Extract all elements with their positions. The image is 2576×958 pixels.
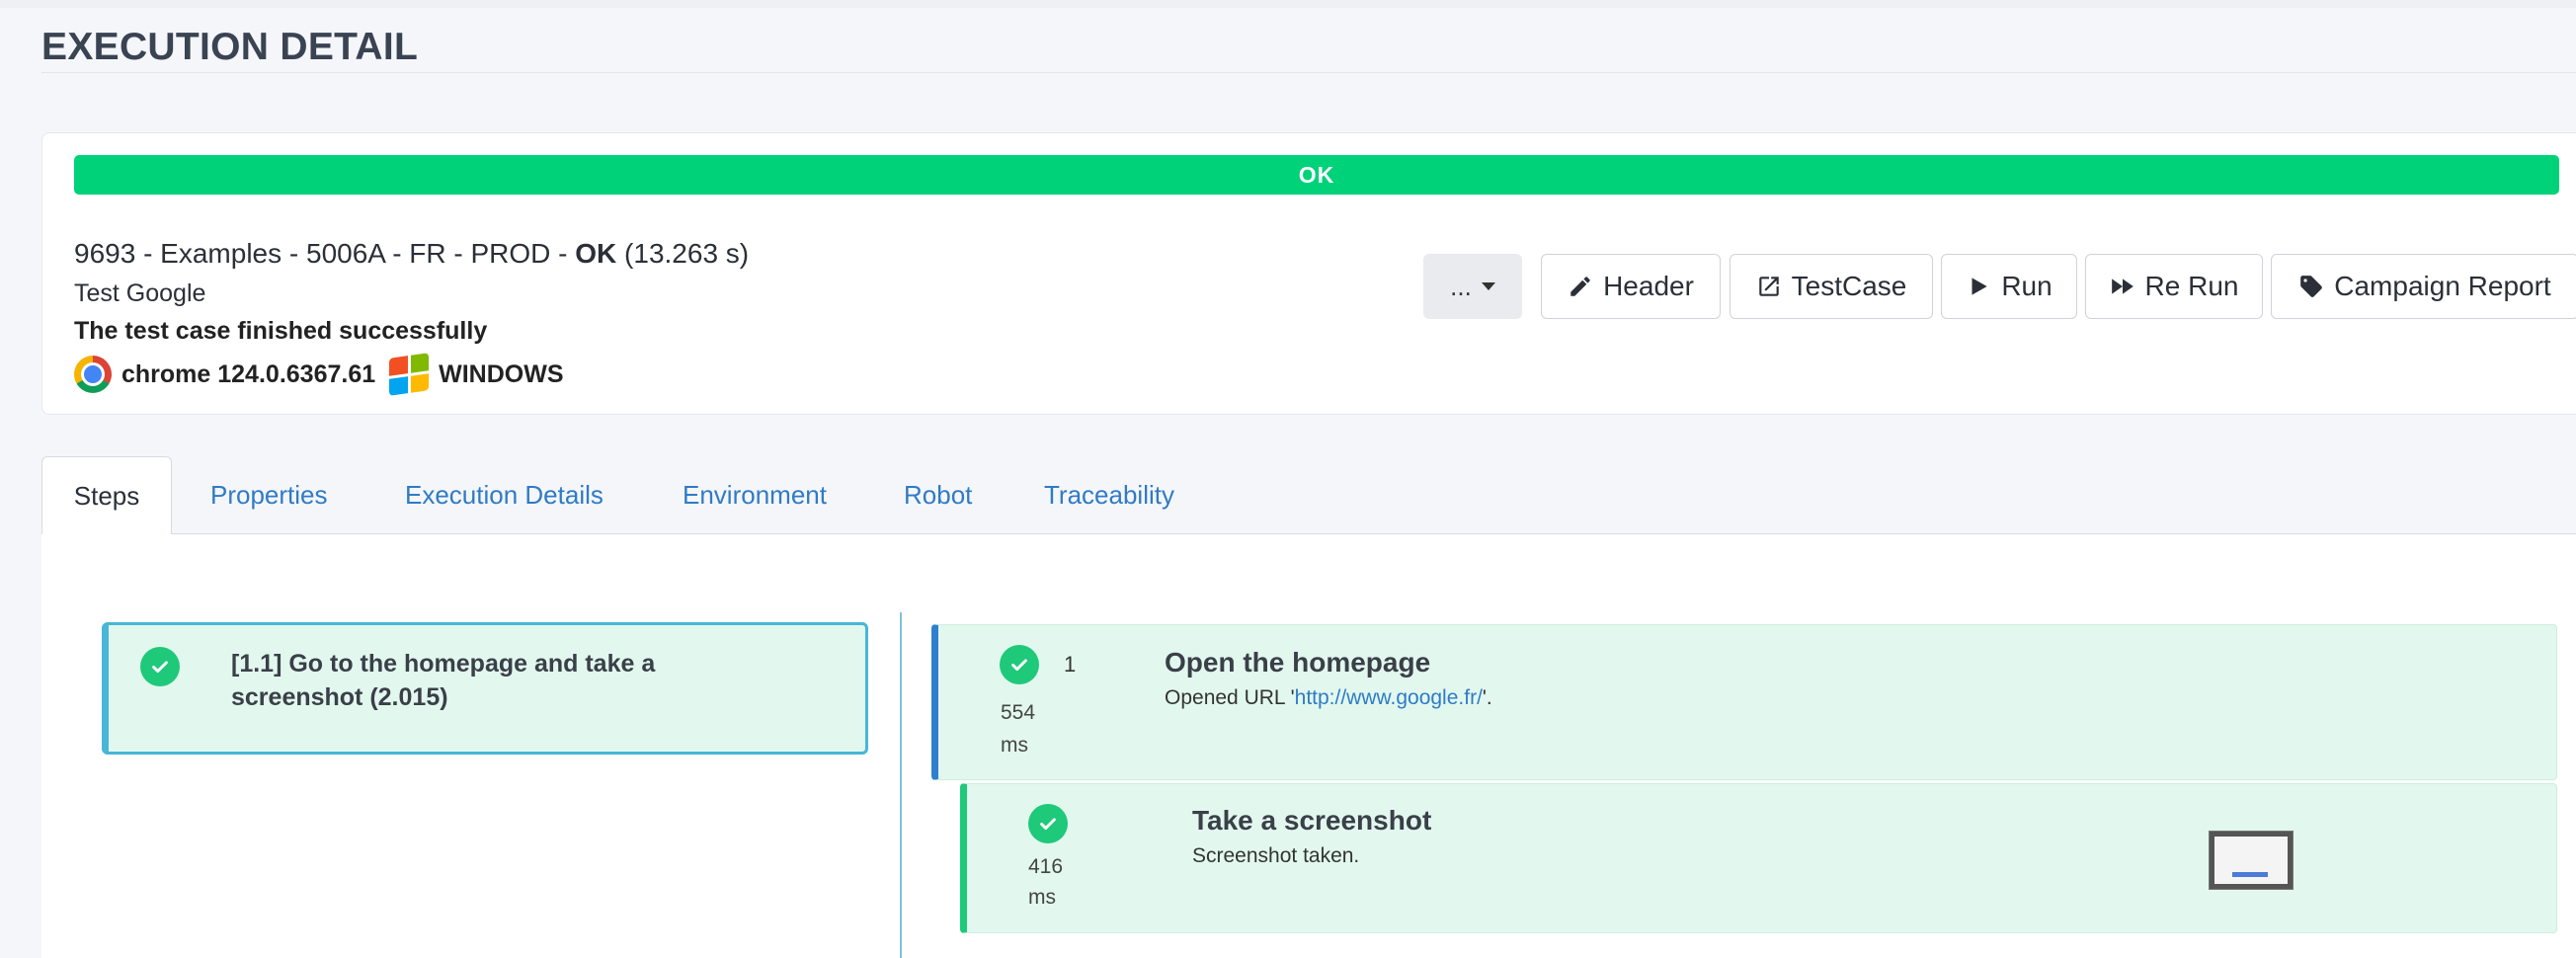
execution-duration: (13.263 s) xyxy=(616,238,750,269)
platform-name: WINDOWS xyxy=(439,359,564,388)
run-button[interactable]: Run xyxy=(1941,254,2077,319)
status-bar: OK xyxy=(74,155,2559,195)
rerun-button[interactable]: Re Run xyxy=(2085,254,2263,319)
step-item[interactable]: [1.1] Go to the homepage and take a scre… xyxy=(102,622,868,755)
environment-line: chrome 124.0.6367.61 WINDOWS xyxy=(74,353,564,396)
tabs-divider xyxy=(41,533,2576,534)
execution-id-text: 9693 - Examples - 5006A - FR - PROD - xyxy=(74,238,576,269)
play-icon xyxy=(1972,278,1987,295)
testcase-description: Test Google xyxy=(74,279,206,307)
action-title: Open the homepage xyxy=(1165,647,1431,678)
tab-traceability[interactable]: Traceability xyxy=(1044,456,1174,533)
testcase-button[interactable]: TestCase xyxy=(1730,254,1933,319)
rerun-label: Re Run xyxy=(2144,271,2239,301)
step-label: [1.1] Go to the homepage and take a scre… xyxy=(231,650,656,711)
action-duration-value: 554 xyxy=(1001,701,1036,724)
success-check-icon xyxy=(140,647,180,686)
success-check-icon xyxy=(1028,804,1068,843)
windows-icon xyxy=(389,353,430,396)
screenshot-thumbnail[interactable] xyxy=(2209,831,2294,890)
header-button[interactable]: Header xyxy=(1541,254,1721,319)
page-title: EXECUTION DETAIL xyxy=(41,26,419,68)
success-check-icon xyxy=(1000,645,1039,684)
result-message: The test case finished successfully xyxy=(74,317,488,345)
action-desc-prefix: Opened URL ' xyxy=(1165,686,1295,709)
execution-status-text: OK xyxy=(575,238,617,269)
action-url-link[interactable]: http://www.google.fr/ xyxy=(1295,686,1483,709)
run-label: Run xyxy=(2001,271,2053,301)
tab-steps[interactable]: Steps xyxy=(41,456,172,534)
more-actions-dropdown[interactable]: ... xyxy=(1423,254,1522,319)
action-desc-suffix: '. xyxy=(1482,686,1492,709)
more-label: ... xyxy=(1450,271,1472,301)
control-description: Screenshot taken. xyxy=(1192,844,1360,867)
campaign-report-label: Campaign Report xyxy=(2334,271,2551,301)
testcase-label: TestCase xyxy=(1791,271,1907,301)
action-duration-unit: ms xyxy=(1001,734,1028,757)
action-item[interactable]: 1 554 ms Open the homepage Opened URL 'h… xyxy=(931,624,2557,780)
tab-environment[interactable]: Environment xyxy=(683,456,827,533)
control-title: Take a screenshot xyxy=(1192,805,1432,836)
browser-version: chrome 124.0.6367.61 xyxy=(121,359,376,388)
external-link-icon xyxy=(1758,277,1779,296)
steps-divider xyxy=(900,612,902,958)
title-divider xyxy=(41,72,2576,73)
action-duration: 554 ms xyxy=(1001,696,1035,761)
tab-execution-details[interactable]: Execution Details xyxy=(405,456,604,533)
tab-properties[interactable]: Properties xyxy=(210,456,328,533)
header-label: Header xyxy=(1603,271,1694,301)
control-duration: 416 ms xyxy=(1028,851,1063,913)
tab-robot[interactable]: Robot xyxy=(904,456,972,533)
fast-forward-icon xyxy=(2111,279,2133,294)
action-description: Opened URL 'http://www.google.fr/'. xyxy=(1165,686,1492,710)
campaign-report-button[interactable]: Campaign Report xyxy=(2271,254,2576,319)
control-duration-value: 416 xyxy=(1028,855,1064,878)
top-bar xyxy=(0,0,2576,8)
caret-down-icon xyxy=(1481,282,1495,290)
chrome-icon xyxy=(74,356,112,393)
pencil-icon xyxy=(1570,277,1590,296)
tag-icon xyxy=(2300,276,2323,297)
execution-identifier: 9693 - Examples - 5006A - FR - PROD - OK… xyxy=(74,238,749,270)
execution-summary-card: OK 9693 - Examples - 5006A - FR - PROD -… xyxy=(41,132,2576,415)
control-item[interactable]: 416 ms Take a screenshot Screenshot take… xyxy=(960,783,2557,933)
control-duration-unit: ms xyxy=(1028,886,1056,909)
action-sequence: 1 xyxy=(1064,652,1077,677)
